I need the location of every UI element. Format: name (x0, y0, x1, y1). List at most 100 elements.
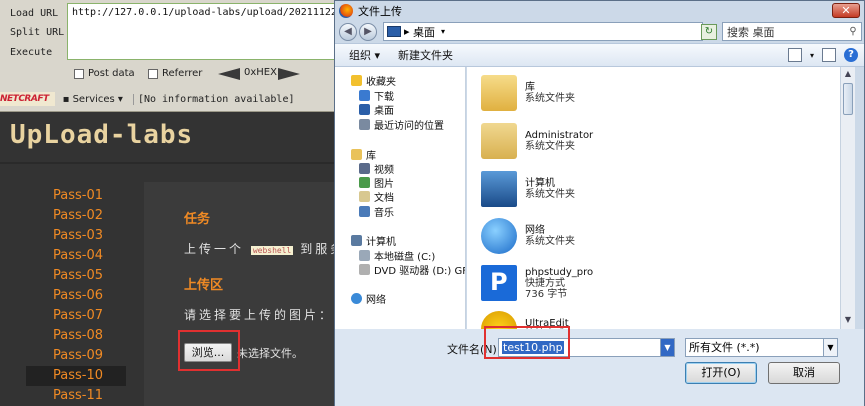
hex-encode-right-icon[interactable] (278, 68, 300, 80)
search-input[interactable]: 搜索 桌面 ⚲ (722, 22, 862, 41)
recent-places-icon (359, 119, 370, 130)
organize-label: 组织 (349, 49, 371, 62)
pass-link-4[interactable]: Pass-04 (26, 246, 126, 266)
file-item[interactable]: 库系统文件夹 (481, 71, 575, 115)
address-bar[interactable]: ▸ 桌面 ▾ (383, 22, 703, 41)
pass-link-6[interactable]: Pass-06 (26, 286, 126, 306)
task-text: 上传一个 webshell 到服务 (184, 240, 345, 257)
split-url-button[interactable]: Split URL (10, 27, 64, 38)
nav-item[interactable]: 音乐 (359, 204, 394, 219)
pass-link-10[interactable]: Pass-10 (26, 366, 126, 386)
netcraft-logo[interactable]: NETCRAFT (0, 92, 55, 106)
computer-icon (481, 171, 517, 207)
file-text: 网络 系统文件夹 (525, 225, 575, 247)
execute-button[interactable]: Execute (10, 47, 52, 58)
hex-encode-left-icon[interactable] (218, 68, 240, 80)
browse-highlight-box (178, 330, 240, 371)
nav-item[interactable]: 网络 (351, 291, 386, 306)
scroll-up-icon[interactable]: ▲ (843, 69, 853, 81)
pass-link-2[interactable]: Pass-02 (26, 206, 126, 226)
nav-item-label: 视频 (374, 165, 394, 176)
file-item[interactable]: 网络 系统文件夹 (481, 214, 575, 258)
pass-link-11[interactable]: Pass-11 (26, 386, 126, 406)
pass-link-9[interactable]: Pass-09 (26, 346, 126, 366)
file-item[interactable]: 计算机 系统文件夹 (481, 167, 575, 211)
webshell-tag: webshell (250, 246, 294, 255)
desktop-icon (359, 104, 370, 115)
checkbox-box[interactable] (148, 68, 158, 79)
nav-item[interactable]: 下载 (359, 88, 394, 103)
view-dropdown-icon[interactable]: ▾ (810, 51, 814, 60)
pictures-icon (359, 177, 370, 188)
address-dropdown-icon[interactable]: ▾ (441, 27, 445, 36)
pass-link-8[interactable]: Pass-08 (26, 326, 126, 346)
nav-item[interactable]: 收藏夹 (351, 73, 396, 88)
file-name: phpstudy_pro (525, 266, 594, 278)
forward-arrow-icon[interactable]: ▶ (359, 23, 377, 41)
pass-link-1[interactable]: Pass-01 (26, 186, 126, 206)
file-type: 系统文件夹 (525, 93, 575, 104)
star-icon (351, 75, 362, 86)
help-icon[interactable]: ? (844, 48, 858, 62)
nav-item[interactable]: DVD 驱动器 (D:) GF (359, 262, 465, 277)
library-folder-icon (481, 75, 517, 111)
phpstudy-icon: P (481, 265, 517, 301)
nav-item[interactable]: 桌面 (359, 102, 394, 117)
filetype-dropdown-icon[interactable]: ▼ (823, 339, 837, 356)
file-size: 736 字节 (525, 288, 568, 300)
filetype-value: 所有文件 (*.*) (689, 341, 760, 354)
checkbox-box[interactable] (74, 68, 84, 79)
nav-item[interactable]: 计算机 (351, 233, 396, 248)
download-folder-icon (359, 90, 370, 101)
file-list-scrollbar[interactable]: ▲ ▼ (840, 67, 855, 329)
dialog-close-button[interactable]: ✕ (832, 3, 860, 18)
user-folder-icon (481, 123, 517, 159)
dialog-title: 文件上传 (358, 5, 402, 18)
file-item[interactable]: Pphpstudy_pro 快捷方式 736 字节 (481, 261, 593, 305)
nav-item[interactable]: 视频 (359, 161, 394, 176)
file-text: 库系统文件夹 (525, 82, 575, 104)
load-url-button[interactable]: Load URL (10, 8, 58, 19)
cancel-button[interactable]: 取消 (768, 362, 840, 384)
filename-highlight-box (484, 326, 570, 359)
file-item[interactable]: Administrator 系统文件夹 (481, 119, 593, 163)
file-type: 系统文件夹 (525, 236, 575, 247)
referrer-label: Referrer (162, 68, 203, 79)
file-text: phpstudy_pro 快捷方式 736 字节 (525, 267, 593, 300)
services-menu[interactable]: ▪ Services ▾ (63, 94, 123, 105)
post-data-checkbox[interactable]: Post data (74, 68, 135, 79)
filename-dropdown-icon[interactable]: ▼ (660, 339, 674, 356)
video-icon (359, 163, 370, 174)
file-type: 系统文件夹 (525, 141, 575, 152)
nav-item[interactable]: 文档 (359, 189, 394, 204)
open-button[interactable]: 打开(O) (685, 362, 757, 384)
nav-item[interactable]: 本地磁盘 (C:) (359, 248, 435, 263)
scroll-thumb[interactable] (843, 83, 853, 115)
nav-item[interactable]: 最近访问的位置 (359, 117, 444, 132)
url-textarea[interactable]: http://127.0.0.1/upload-labs/upload/2021… (67, 3, 367, 60)
view-mode-icon[interactable] (787, 48, 802, 62)
dialog-footer: 文件名(N): test10.php ▼ 所有文件 (*.*) ▼ 打开(O) … (335, 329, 864, 406)
scroll-down-icon[interactable]: ▼ (843, 315, 853, 327)
post-data-label: Post data (88, 68, 135, 79)
dialog-navbar: ◀ ▶ ▸ 桌面 ▾ ↻ 搜索 桌面 ⚲ (335, 21, 864, 43)
new-folder-button[interactable]: 新建文件夹 (398, 47, 453, 63)
refresh-icon[interactable]: ↻ (701, 24, 717, 40)
pass-link-3[interactable]: Pass-03 (26, 226, 126, 246)
file-name: 网络 (525, 225, 545, 236)
file-name: Administrator (525, 130, 594, 141)
back-arrow-icon[interactable]: ◀ (339, 23, 357, 41)
nav-item[interactable]: 库 (351, 147, 376, 162)
pass-link-5[interactable]: Pass-05 (26, 266, 126, 286)
firefox-icon (339, 4, 353, 18)
no-file-text: 未选择文件。 (237, 347, 303, 360)
preview-pane-icon[interactable] (822, 48, 836, 62)
site-logo[interactable]: UpLoad-labs (10, 120, 193, 150)
search-icon[interactable]: ⚲ (845, 26, 861, 37)
organize-menu[interactable]: 组织 ▾ (349, 47, 380, 63)
music-icon (359, 206, 370, 217)
pass-link-7[interactable]: Pass-07 (26, 306, 126, 326)
filetype-select[interactable]: 所有文件 (*.*) ▼ (685, 338, 838, 357)
nav-item[interactable]: 图片 (359, 175, 394, 190)
referrer-checkbox[interactable]: Referrer (148, 68, 202, 79)
